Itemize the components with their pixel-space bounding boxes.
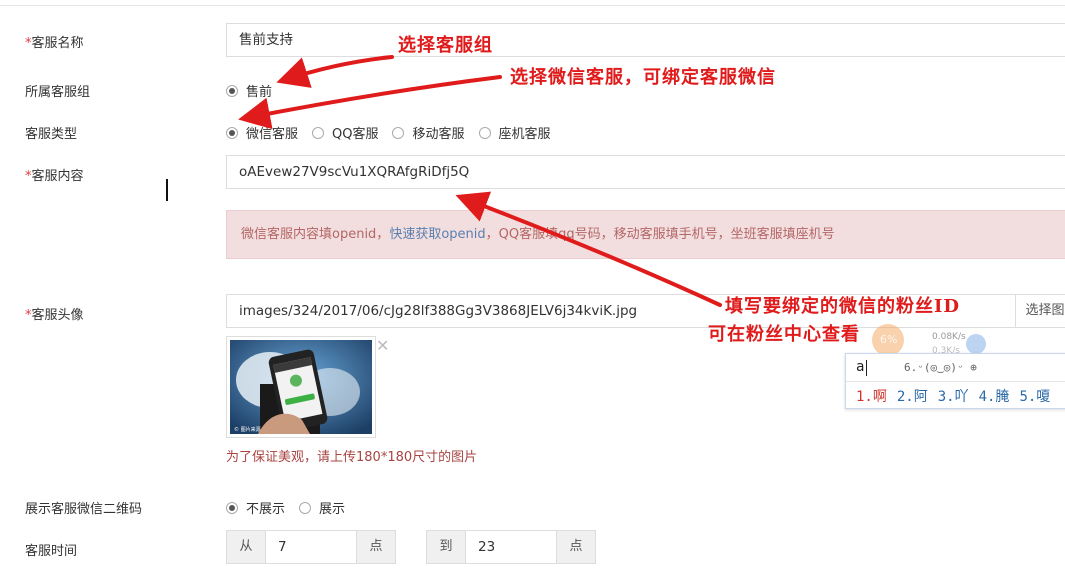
annotation-select-group: 选择客服组 xyxy=(398,35,493,56)
annotation-fans-id: 填写要绑定的微信的粉丝ID xyxy=(725,296,961,317)
arrow-to-content xyxy=(455,191,722,307)
arrow-to-group xyxy=(276,55,394,88)
arrow-to-type xyxy=(238,75,502,130)
annotation-select-wechat: 选择微信客服，可绑定客服微信 xyxy=(510,67,776,88)
annotation-fans-center: 可在粉丝中心查看 xyxy=(708,324,860,345)
